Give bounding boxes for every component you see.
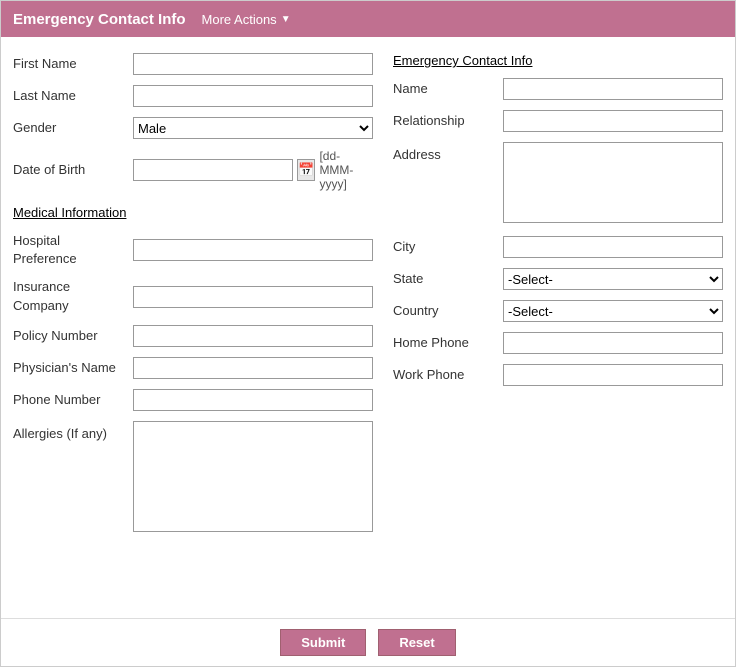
dob-field: 📅 [dd-MMM-yyyy] — [133, 149, 373, 191]
country-field: -Select- USA Canada UK — [503, 300, 723, 322]
allergies-row: Allergies (If any) — [13, 421, 373, 535]
form-body: First Name Last Name Gender Male Femal — [1, 37, 735, 618]
allergies-field — [133, 421, 373, 535]
home-phone-input[interactable] — [503, 332, 723, 354]
work-phone-row: Work Phone — [393, 364, 723, 386]
first-name-row: First Name — [13, 53, 373, 75]
dob-row: Date of Birth 📅 [dd-MMM-yyyy] — [13, 149, 373, 191]
page-title: Emergency Contact Info — [13, 11, 186, 28]
physician-field — [133, 357, 373, 379]
phone-row: Phone Number — [13, 389, 373, 411]
more-actions-label: More Actions — [202, 12, 277, 27]
footer: Submit Reset — [1, 618, 735, 666]
phone-input[interactable] — [133, 389, 373, 411]
city-input[interactable] — [503, 236, 723, 258]
state-field: -Select- California New York Texas — [503, 268, 723, 290]
country-select[interactable]: -Select- USA Canada UK — [503, 300, 723, 322]
allergies-label: Allergies (If any) — [13, 421, 133, 443]
dob-input[interactable] — [133, 159, 293, 181]
insurance-label: Insurance Company — [13, 278, 133, 314]
relationship-row: Relationship — [393, 110, 723, 132]
city-field — [503, 236, 723, 258]
home-phone-row: Home Phone — [393, 332, 723, 354]
date-format-hint: [dd-MMM-yyyy] — [319, 149, 373, 191]
state-row: State -Select- California New York Texas — [393, 268, 723, 290]
address-field — [503, 142, 723, 226]
header-bar: Emergency Contact Info More Actions ▼ — [1, 1, 735, 37]
relationship-label: Relationship — [393, 112, 503, 130]
address-label: Address — [393, 142, 503, 164]
insurance-row: Insurance Company — [13, 278, 373, 314]
last-name-label: Last Name — [13, 87, 133, 105]
gender-row: Gender Male Female Other — [13, 117, 373, 139]
work-phone-field — [503, 364, 723, 386]
reset-button[interactable]: Reset — [378, 629, 455, 656]
contact-name-input[interactable] — [503, 78, 723, 100]
last-name-field — [133, 85, 373, 107]
address-textarea[interactable] — [503, 142, 723, 223]
phone-field — [133, 389, 373, 411]
emergency-contact-link[interactable]: Emergency Contact Info — [393, 53, 532, 68]
physician-label: Physician's Name — [13, 359, 133, 377]
hospital-pref-label: Hospital Preference — [13, 232, 133, 268]
policy-input[interactable] — [133, 325, 373, 347]
state-select[interactable]: -Select- California New York Texas — [503, 268, 723, 290]
more-actions-button[interactable]: More Actions ▼ — [202, 12, 291, 27]
policy-row: Policy Number — [13, 325, 373, 347]
city-label: City — [393, 238, 503, 256]
home-phone-label: Home Phone — [393, 334, 503, 352]
hospital-pref-row: Hospital Preference — [13, 232, 373, 268]
hospital-pref-field — [133, 239, 373, 261]
home-phone-field — [503, 332, 723, 354]
state-label: State — [393, 270, 503, 288]
relationship-field — [503, 110, 723, 132]
more-actions-arrow: ▼ — [281, 14, 291, 25]
first-name-label: First Name — [13, 55, 133, 73]
left-column: First Name Last Name Gender Male Femal — [13, 53, 383, 606]
calendar-icon[interactable]: 📅 — [297, 159, 315, 181]
contact-name-label: Name — [393, 80, 503, 98]
contact-name-field — [503, 78, 723, 100]
submit-button[interactable]: Submit — [280, 629, 366, 656]
policy-field — [133, 325, 373, 347]
last-name-input[interactable] — [133, 85, 373, 107]
hospital-pref-input[interactable] — [133, 239, 373, 261]
policy-label: Policy Number — [13, 327, 133, 345]
insurance-field — [133, 286, 373, 308]
dob-label: Date of Birth — [13, 161, 133, 179]
country-label: Country — [393, 302, 503, 320]
address-row: Address — [393, 142, 723, 226]
physician-input[interactable] — [133, 357, 373, 379]
medical-info-link[interactable]: Medical Information — [13, 205, 126, 220]
emergency-contact-heading: Emergency Contact Info — [393, 53, 723, 68]
work-phone-input[interactable] — [503, 364, 723, 386]
right-column: Emergency Contact Info Name Relationship… — [383, 53, 723, 606]
allergies-textarea[interactable] — [133, 421, 373, 532]
gender-field: Male Female Other — [133, 117, 373, 139]
medical-info-heading: Medical Information — [13, 205, 373, 220]
contact-name-row: Name — [393, 78, 723, 100]
insurance-input[interactable] — [133, 286, 373, 308]
page-container: Emergency Contact Info More Actions ▼ Fi… — [0, 0, 736, 667]
date-field-container: 📅 [dd-MMM-yyyy] — [133, 149, 373, 191]
physician-row: Physician's Name — [13, 357, 373, 379]
first-name-input[interactable] — [133, 53, 373, 75]
work-phone-label: Work Phone — [393, 366, 503, 384]
relationship-input[interactable] — [503, 110, 723, 132]
country-row: Country -Select- USA Canada UK — [393, 300, 723, 322]
gender-select[interactable]: Male Female Other — [133, 117, 373, 139]
first-name-field — [133, 53, 373, 75]
last-name-row: Last Name — [13, 85, 373, 107]
phone-label: Phone Number — [13, 391, 133, 409]
city-row: City — [393, 236, 723, 258]
gender-label: Gender — [13, 119, 133, 137]
